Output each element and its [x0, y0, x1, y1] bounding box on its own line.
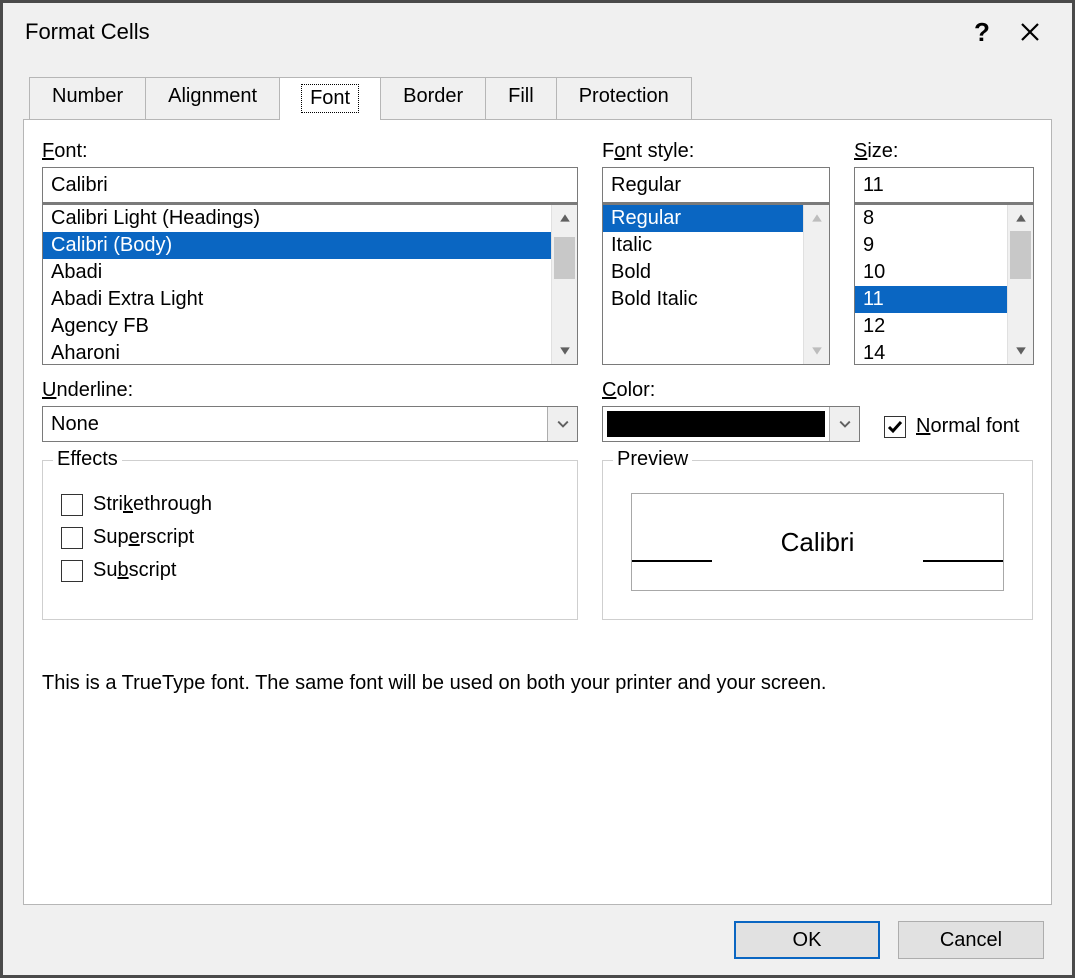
dialog-footer: OK Cancel: [3, 905, 1072, 975]
checkbox-icon: [61, 527, 83, 549]
font-panel: Font: Calibri Light (Headings)Calibri (B…: [23, 119, 1052, 905]
normal-font-label: Normal font: [916, 415, 1019, 438]
list-item[interactable]: Agency FB: [43, 313, 551, 340]
effects-group: Effects Strikethrough Superscript Subscr…: [42, 460, 578, 620]
scroll-thumb[interactable]: [1010, 231, 1031, 279]
preview-baseline: [632, 560, 712, 562]
tab-bar: Number Alignment Font Border Fill Protec…: [29, 77, 1052, 120]
close-icon: [1021, 23, 1039, 41]
checkmark-icon: [887, 419, 903, 435]
tab-label: Protection: [579, 85, 669, 107]
chevron-down-icon: [557, 418, 569, 430]
effects-legend: Effects: [53, 448, 122, 471]
checkbox-icon: [61, 560, 83, 582]
color-label: Color:: [602, 379, 860, 402]
cancel-button[interactable]: Cancel: [898, 921, 1044, 959]
size-label: Size:: [854, 140, 1034, 163]
strikethrough-checkbox[interactable]: Strikethrough: [61, 493, 559, 516]
font-style-input[interactable]: [602, 167, 830, 203]
font-label: Font:: [42, 140, 578, 163]
list-item[interactable]: Bold Italic: [603, 286, 803, 313]
list-item[interactable]: Bold: [603, 259, 803, 286]
format-cells-dialog: Format Cells ? Number Alignment Font Bor…: [0, 0, 1075, 978]
scroll-down-button: [804, 338, 829, 364]
list-item[interactable]: Italic: [603, 232, 803, 259]
list-item[interactable]: Abadi: [43, 259, 551, 286]
chevron-down-icon: [839, 418, 851, 430]
preview-legend: Preview: [613, 448, 692, 471]
subscript-label: Subscript: [93, 559, 176, 582]
ok-button[interactable]: OK: [734, 921, 880, 959]
checkbox-icon: [884, 416, 906, 438]
subscript-checkbox[interactable]: Subscript: [61, 559, 559, 582]
checkbox-icon: [61, 494, 83, 516]
preview-box: Calibri: [631, 493, 1004, 591]
scroll-thumb[interactable]: [554, 237, 575, 279]
font-style-scrollbar: [803, 205, 829, 364]
color-combo[interactable]: [602, 406, 860, 442]
size-input[interactable]: [854, 167, 1034, 203]
dialog-body: Number Alignment Font Border Fill Protec…: [3, 61, 1072, 905]
tab-label: Number: [52, 85, 123, 107]
underline-combo[interactable]: None: [42, 406, 578, 442]
normal-font-checkbox[interactable]: Normal font: [884, 415, 1019, 438]
titlebar: Format Cells ?: [3, 3, 1072, 61]
tab-font[interactable]: Font: [279, 77, 381, 120]
scroll-down-button[interactable]: [1008, 338, 1033, 364]
help-button[interactable]: ?: [958, 12, 1006, 52]
scroll-up-button[interactable]: [1008, 205, 1033, 231]
tab-label: Font: [302, 85, 358, 112]
tab-label: Border: [403, 85, 463, 107]
list-item[interactable]: 11: [855, 286, 1007, 313]
size-list-scrollbar[interactable]: [1007, 205, 1033, 364]
color-dropdown-button[interactable]: [829, 407, 859, 441]
tab-protection[interactable]: Protection: [556, 77, 692, 120]
tab-number[interactable]: Number: [29, 77, 146, 120]
preview-text: Calibri: [781, 527, 855, 558]
dialog-title: Format Cells: [25, 19, 958, 45]
underline-dropdown-button[interactable]: [547, 407, 577, 441]
close-button[interactable]: [1006, 12, 1054, 52]
list-item[interactable]: 9: [855, 232, 1007, 259]
preview-group: Preview Calibri: [602, 460, 1033, 620]
info-text: This is a TrueType font. The same font w…: [42, 672, 1033, 695]
list-item[interactable]: Calibri Light (Headings): [43, 205, 551, 232]
tab-alignment[interactable]: Alignment: [145, 77, 280, 120]
list-item[interactable]: Calibri (Body): [43, 232, 551, 259]
list-item[interactable]: 14: [855, 340, 1007, 364]
tab-label: Fill: [508, 85, 534, 107]
size-list[interactable]: 8910111214: [854, 203, 1034, 365]
list-item[interactable]: 8: [855, 205, 1007, 232]
tab-fill[interactable]: Fill: [485, 77, 557, 120]
font-style-label: Font style:: [602, 140, 830, 163]
strikethrough-label: Strikethrough: [93, 493, 212, 516]
scroll-up-button: [804, 205, 829, 231]
list-item[interactable]: Regular: [603, 205, 803, 232]
superscript-label: Superscript: [93, 526, 194, 549]
list-item[interactable]: Abadi Extra Light: [43, 286, 551, 313]
color-swatch: [607, 411, 825, 437]
underline-value: None: [43, 407, 547, 441]
list-item[interactable]: 10: [855, 259, 1007, 286]
list-item[interactable]: 12: [855, 313, 1007, 340]
scroll-down-button[interactable]: [552, 338, 577, 364]
font-list[interactable]: Calibri Light (Headings)Calibri (Body)Ab…: [42, 203, 578, 365]
tab-border[interactable]: Border: [380, 77, 486, 120]
font-style-list[interactable]: RegularItalicBoldBold Italic: [602, 203, 830, 365]
font-name-input[interactable]: [42, 167, 578, 203]
list-item[interactable]: Aharoni: [43, 340, 551, 364]
underline-label: Underline:: [42, 379, 578, 402]
superscript-checkbox[interactable]: Superscript: [61, 526, 559, 549]
font-list-scrollbar[interactable]: [551, 205, 577, 364]
preview-baseline: [923, 560, 1003, 562]
scroll-up-button[interactable]: [552, 205, 577, 231]
tab-label: Alignment: [168, 85, 257, 107]
